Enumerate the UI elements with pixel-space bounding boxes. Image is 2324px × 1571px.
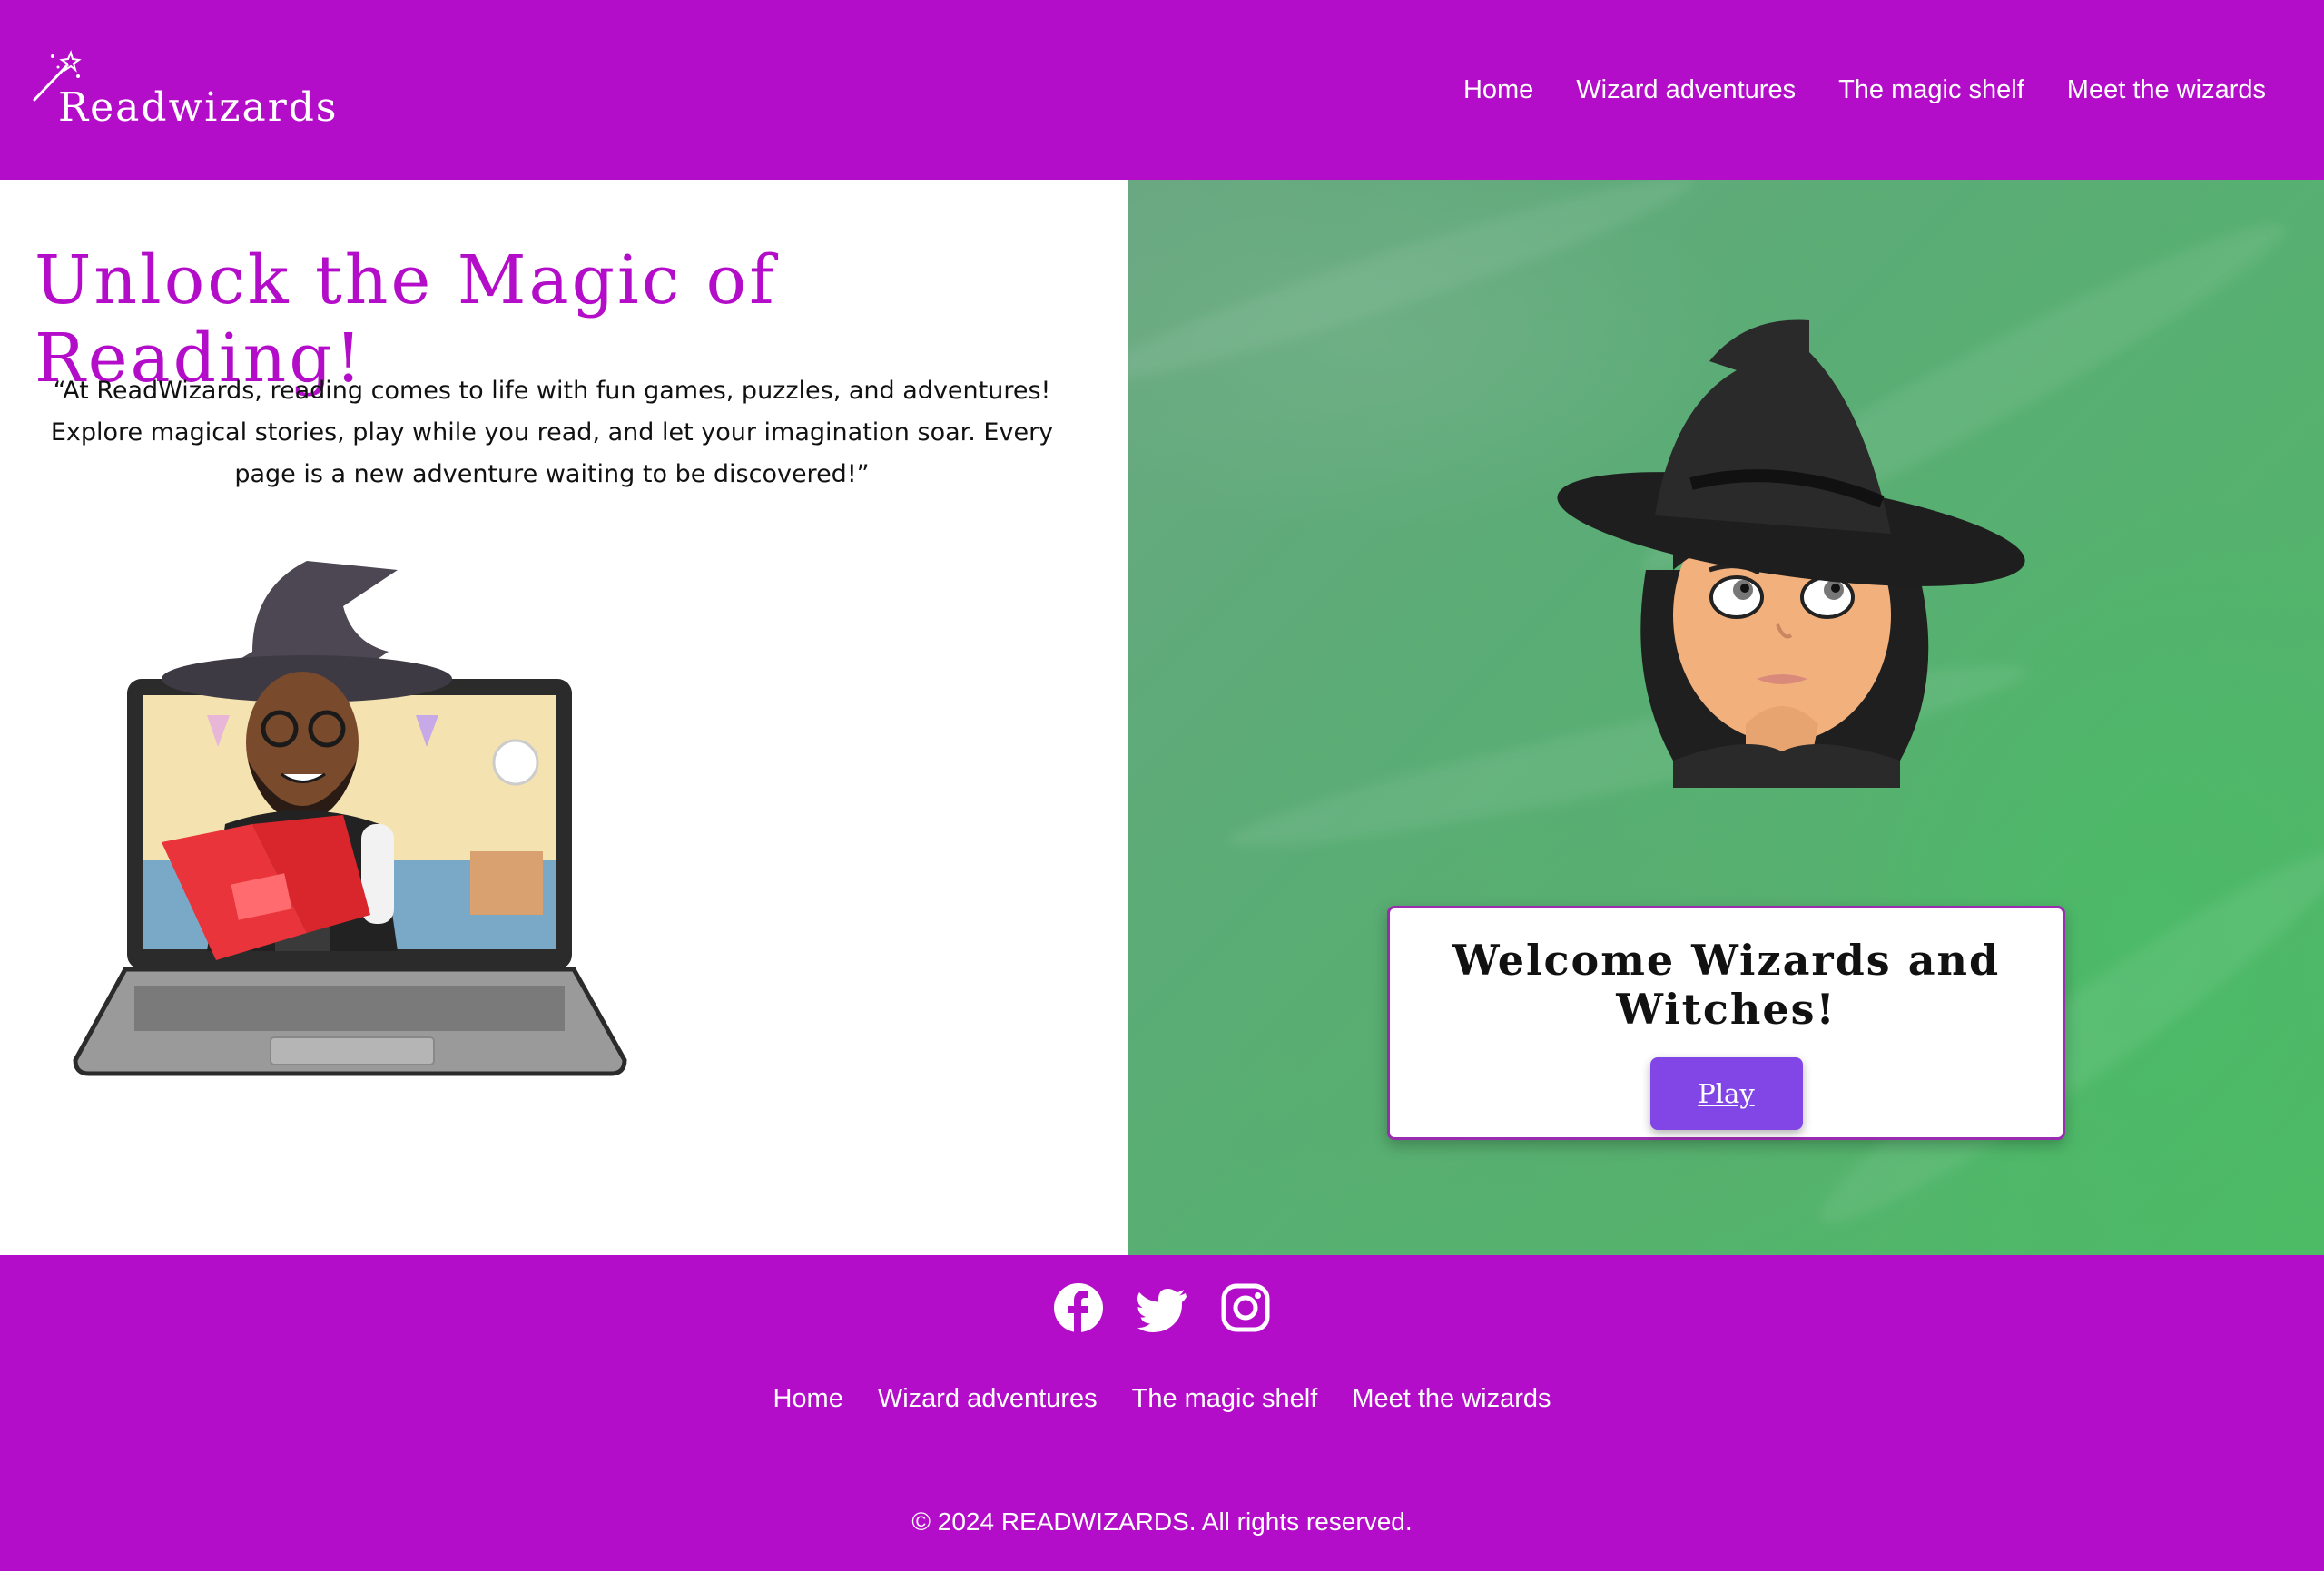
nav-meet-wizards[interactable]: Meet the wizards (2067, 75, 2266, 105)
hero-quote: “At ReadWizards, reading comes to life w… (50, 377, 1054, 488)
nav-magic-shelf[interactable]: The magic shelf (1838, 75, 2024, 105)
welcome-card: Welcome Wizards and Witches! Play (1387, 906, 2065, 1140)
site-header: Readwizards Home Wizard adventures The m… (0, 0, 2324, 180)
wizard-laptop-illustration (73, 561, 627, 1076)
witch-illustration (1557, 319, 2025, 788)
footer-nav-wizard-adventures[interactable]: Wizard adventures (878, 1384, 1098, 1414)
play-button[interactable]: Play (1649, 1057, 1803, 1130)
footer-nav-meet-wizards[interactable]: Meet the wizards (1352, 1384, 1551, 1414)
footer-nav-home[interactable]: Home (773, 1384, 842, 1414)
logo-text: Readwizards (58, 84, 339, 131)
nav-home[interactable]: Home (1463, 75, 1533, 105)
social-links (1053, 1282, 1271, 1333)
welcome-title: Welcome Wizards and Witches! (1452, 936, 2001, 1034)
site-footer: Home Wizard adventures The magic shelf M… (0, 1255, 2324, 1571)
instagram-icon[interactable] (1220, 1282, 1271, 1333)
copyright-text: © 2024 READWIZARDS. All rights reserved. (911, 1507, 1413, 1536)
main-content: Unlock the Magic of Reading! “At ReadWiz… (0, 180, 2324, 1255)
hero-section: Unlock the Magic of Reading! “At ReadWiz… (0, 180, 1128, 1255)
footer-nav: Home Wizard adventures The magic shelf M… (0, 1384, 2324, 1414)
facebook-icon[interactable] (1053, 1282, 1104, 1333)
footer-nav-magic-shelf[interactable]: The magic shelf (1132, 1384, 1318, 1414)
magic-wand-icon (33, 50, 82, 102)
site-logo[interactable]: Readwizards (31, 49, 339, 131)
twitter-icon[interactable] (1137, 1282, 1187, 1333)
main-nav: Home Wizard adventures The magic shelf M… (1463, 75, 2266, 105)
welcome-section: Welcome Wizards and Witches! Play (1128, 180, 2324, 1255)
nav-wizard-adventures[interactable]: Wizard adventures (1576, 75, 1796, 105)
